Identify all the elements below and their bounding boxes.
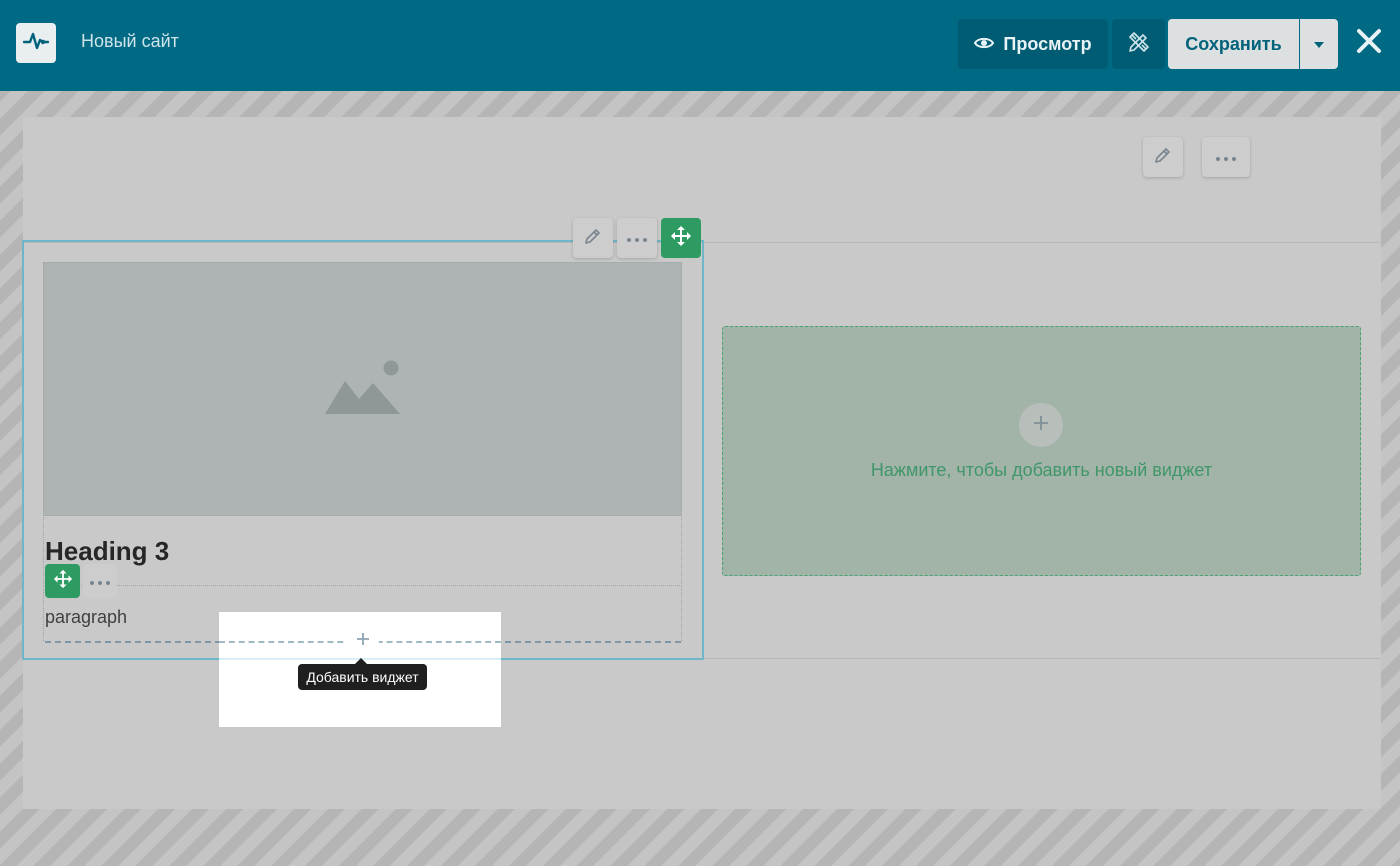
- caret-down-icon: [1314, 35, 1324, 53]
- empty-column-dropzone[interactable]: [722, 326, 1361, 576]
- pencil-ruler-icon: [1127, 30, 1151, 59]
- heading-text[interactable]: Heading 3: [45, 536, 169, 567]
- empty-column-cta[interactable]: Нажмите, чтобы добавить новый виджет: [722, 460, 1361, 481]
- close-editor-button[interactable]: [1350, 24, 1388, 62]
- save-label: Сохранить: [1185, 33, 1282, 54]
- design-button[interactable]: [1112, 19, 1165, 69]
- pencil-icon: [584, 227, 602, 250]
- site-title[interactable]: Новый сайт: [81, 31, 179, 52]
- more-dots-icon: [1216, 148, 1236, 166]
- plus-icon: [1033, 415, 1049, 436]
- preview-button[interactable]: Просмотр: [958, 19, 1108, 69]
- add-widget-button[interactable]: [347, 625, 379, 657]
- paragraph-text[interactable]: paragraph: [45, 607, 127, 628]
- column-more-button[interactable]: [617, 218, 657, 258]
- app-logo[interactable]: [16, 23, 56, 63]
- save-options-button[interactable]: [1300, 19, 1338, 69]
- image-widget[interactable]: [43, 262, 682, 516]
- close-icon: [1356, 28, 1382, 59]
- move-icon: [670, 225, 692, 252]
- save-button[interactable]: Сохранить: [1168, 19, 1299, 69]
- section-more-button[interactable]: [1202, 137, 1250, 177]
- more-dots-icon: [627, 229, 647, 247]
- column-move-handle[interactable]: [661, 218, 701, 258]
- plus-icon: [356, 632, 370, 651]
- preview-label: Просмотр: [1003, 33, 1092, 54]
- empty-column-add-button[interactable]: [1019, 403, 1063, 447]
- pencil-icon: [1154, 146, 1172, 169]
- add-widget-tooltip: Добавить виджет: [298, 664, 427, 690]
- image-placeholder-icon: [323, 359, 403, 420]
- column-edit-button[interactable]: [573, 218, 613, 258]
- pulse-icon: [22, 31, 50, 56]
- section-edit-button[interactable]: [1143, 137, 1183, 177]
- eye-icon: [974, 34, 995, 55]
